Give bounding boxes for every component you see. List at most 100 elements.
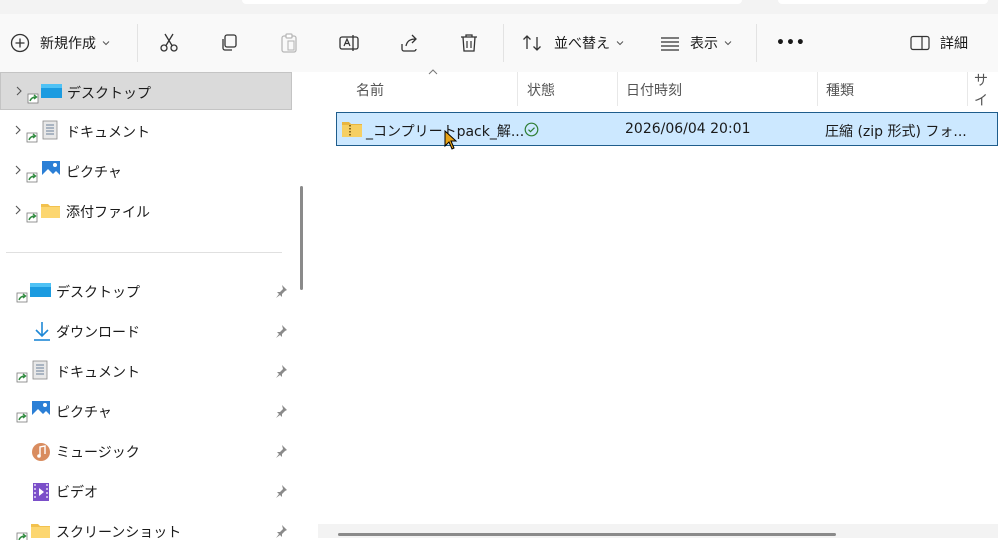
- tree-item-label: ドキュメント: [66, 125, 150, 141]
- quick-access-label: ピクチャ: [56, 405, 112, 421]
- title-strip: [0, 0, 998, 14]
- cut-button[interactable]: [155, 29, 183, 57]
- pin-icon[interactable]: [274, 524, 288, 538]
- chevron-right-icon[interactable]: [14, 125, 22, 135]
- quick-access-screenshots[interactable]: スクリーンショット: [0, 512, 292, 540]
- view-button[interactable]: 表示: [660, 28, 732, 58]
- trash-icon: [458, 32, 480, 54]
- zip-folder-icon: [342, 120, 362, 138]
- search-box-edge: [778, 0, 988, 4]
- column-separator[interactable]: [817, 72, 818, 106]
- column-separator[interactable]: [967, 72, 968, 106]
- file-list: 名前 状態 日付時刻 種類 サイ _コンプリートpack_解... 2026/0…: [318, 69, 998, 540]
- pictures-icon: [16, 400, 50, 423]
- quick-access-documents[interactable]: ドキュメント: [0, 352, 292, 390]
- tree-item-label: 添付ファイル: [66, 205, 150, 221]
- column-header-type[interactable]: 種類: [826, 78, 854, 102]
- quick-access-music[interactable]: ミュージック: [0, 432, 292, 470]
- quick-access-pictures[interactable]: ピクチャ: [0, 392, 292, 430]
- details-pane-button[interactable]: 詳細: [910, 28, 968, 58]
- synced-check-icon: [524, 122, 539, 137]
- clipboard-icon: [278, 32, 300, 54]
- sort-button[interactable]: 並べ替え: [522, 28, 624, 58]
- chevron-down-icon: [102, 39, 110, 47]
- quick-access-label: デスクトップ: [56, 285, 140, 301]
- more-options-button[interactable]: •••: [776, 28, 806, 58]
- quick-access-label: ドキュメント: [56, 365, 140, 381]
- details-pane-icon: [910, 35, 930, 51]
- more-dots-icon: •••: [776, 35, 806, 51]
- folder-icon: [16, 520, 50, 540]
- column-header-label: 日付時刻: [626, 83, 682, 99]
- navigation-pane: デスクトップ ドキュメント ピクチャ 添付ファイル デスクトップ ダウンロード …: [0, 72, 296, 540]
- pin-icon[interactable]: [274, 364, 288, 378]
- command-bar: 新規作成 並べ替え 表示 ••• 詳細: [0, 14, 998, 72]
- share-icon: [398, 32, 420, 54]
- documents-icon: [16, 360, 48, 383]
- share-button[interactable]: [395, 29, 423, 57]
- file-date: 2026/06/04 20:01: [625, 121, 751, 137]
- column-header-label: 状態: [527, 83, 555, 99]
- tree-item-pictures[interactable]: ピクチャ: [0, 152, 292, 190]
- file-type: 圧縮 (zip 形式) フォ...: [825, 124, 967, 140]
- delete-button[interactable]: [455, 29, 483, 57]
- column-header-status[interactable]: 状態: [527, 78, 555, 102]
- column-separator[interactable]: [517, 72, 518, 106]
- column-header-size[interactable]: サイ: [974, 73, 998, 109]
- pin-icon[interactable]: [274, 484, 288, 498]
- download-icon: [30, 320, 54, 342]
- quick-access-label: スクリーンショット: [56, 525, 182, 540]
- new-button-label: 新規作成: [40, 36, 96, 52]
- column-separator[interactable]: [617, 72, 618, 106]
- column-header-name[interactable]: 名前: [356, 78, 384, 102]
- file-row[interactable]: _コンプリートpack_解... 2026/06/04 20:01 圧縮 (zi…: [336, 112, 998, 146]
- video-icon: [30, 480, 54, 502]
- documents-icon: [26, 120, 58, 143]
- column-header-date[interactable]: 日付時刻: [626, 78, 682, 102]
- view-lines-icon: [660, 35, 680, 51]
- quick-access-label: ダウンロード: [56, 325, 140, 341]
- column-header-label: サイ: [974, 73, 988, 109]
- tree-item-label: ピクチャ: [66, 165, 122, 181]
- pin-icon[interactable]: [274, 444, 288, 458]
- address-bar-edge: [242, 0, 742, 4]
- music-icon: [30, 440, 54, 462]
- copy-icon: [218, 32, 240, 54]
- desktop-icon: [16, 280, 51, 303]
- quick-access-label: ビデオ: [56, 485, 98, 501]
- sidebar-scrollbar[interactable]: [300, 186, 303, 290]
- nav-divider: [6, 252, 282, 253]
- toolbar-separator: [503, 24, 504, 62]
- tree-item-desktop[interactable]: デスクトップ: [0, 72, 292, 110]
- rename-button[interactable]: [335, 29, 363, 57]
- details-label: 詳細: [940, 36, 968, 52]
- new-button[interactable]: 新規作成: [10, 28, 110, 58]
- folder-icon: [26, 200, 60, 223]
- quick-access-label: ミュージック: [56, 445, 140, 461]
- quick-access-downloads[interactable]: ダウンロード: [0, 312, 292, 350]
- rename-icon: [338, 32, 360, 54]
- chevron-right-icon[interactable]: [15, 86, 23, 96]
- sort-label: 並べ替え: [554, 36, 610, 52]
- pin-icon[interactable]: [274, 324, 288, 338]
- desktop-icon: [27, 81, 62, 104]
- tree-item-label: デスクトップ: [67, 86, 151, 102]
- horizontal-scrollbar-thumb[interactable]: [338, 533, 836, 536]
- sort-ascending-icon: [428, 68, 438, 76]
- tree-item-attachments[interactable]: 添付ファイル: [0, 192, 292, 230]
- copy-button[interactable]: [215, 29, 243, 57]
- pictures-icon: [26, 160, 60, 183]
- view-label: 表示: [690, 36, 718, 52]
- chevron-right-icon[interactable]: [14, 165, 22, 175]
- tree-item-documents[interactable]: ドキュメント: [0, 112, 292, 150]
- quick-access-videos[interactable]: ビデオ: [0, 472, 292, 510]
- column-header-label: 種類: [826, 83, 854, 99]
- chevron-right-icon[interactable]: [14, 205, 22, 215]
- toolbar-separator: [137, 24, 138, 62]
- column-header-label: 名前: [356, 83, 384, 99]
- quick-access-desktop[interactable]: デスクトップ: [0, 272, 292, 310]
- paste-button[interactable]: [275, 29, 303, 57]
- pin-icon[interactable]: [274, 404, 288, 418]
- pin-icon[interactable]: [274, 284, 288, 298]
- scissors-icon: [158, 32, 180, 54]
